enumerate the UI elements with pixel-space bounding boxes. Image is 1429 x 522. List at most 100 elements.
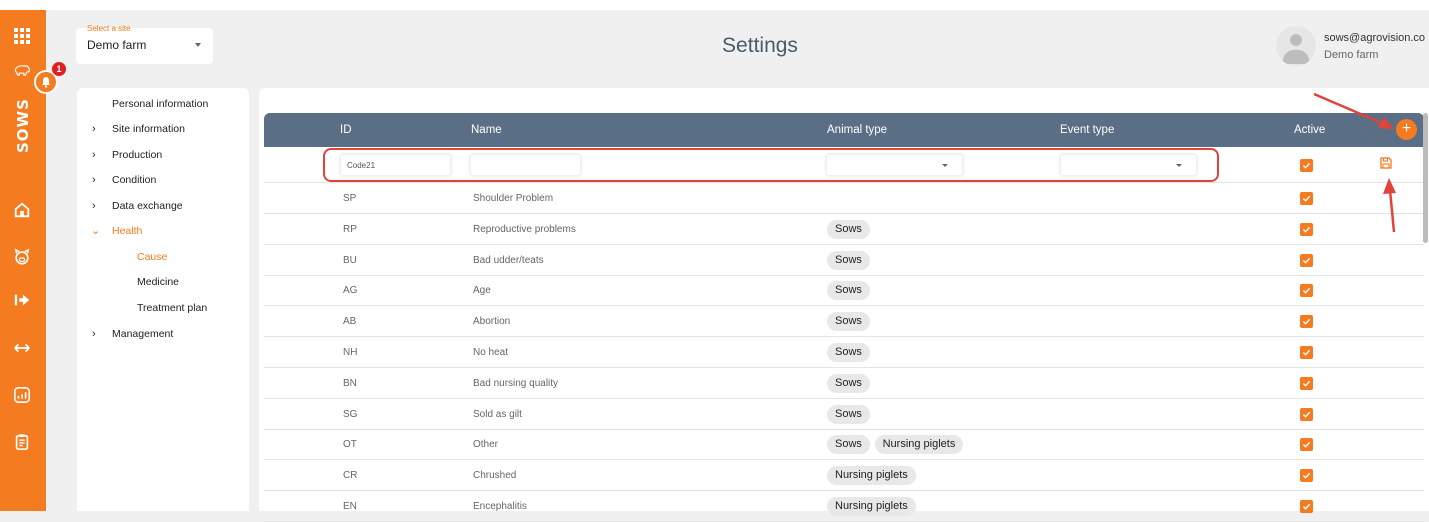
cell-id: NH [343, 347, 358, 358]
animal-type-chip: Sows [827, 312, 870, 331]
animal-type-chip: Sows [827, 220, 870, 239]
active-checkbox[interactable] [1300, 500, 1313, 513]
nav-personal-information[interactable]: Personal information [112, 97, 208, 111]
cell-name: Sold as gilt [473, 409, 522, 420]
nav-treatment-plan[interactable]: Treatment plan [137, 301, 207, 315]
active-checkbox[interactable] [1300, 192, 1313, 205]
exit-arrow-icon[interactable] [10, 288, 34, 312]
cell-name: Other [473, 439, 499, 450]
column-header-event-type[interactable]: Event type [1060, 124, 1114, 136]
grid-icon[interactable] [10, 24, 34, 48]
cell-name: Encephalitis [473, 501, 527, 512]
clipboard-icon[interactable] [10, 430, 34, 454]
cell-name: Shoulder Problem [473, 193, 554, 204]
home-icon[interactable] [10, 198, 34, 222]
top-strip [0, 0, 1429, 10]
cell-id: RP [343, 224, 357, 235]
nav-cause[interactable]: Cause [137, 250, 167, 264]
cell-id: SP [343, 193, 357, 204]
nav-data-exchange[interactable]: Data exchange [112, 199, 183, 213]
user-email: sows@agrovision.co [1324, 32, 1426, 44]
animal-type-chip: Nursing piglets [827, 466, 916, 485]
user-menu[interactable]: sows@agrovision.co Demo farm [1276, 24, 1429, 68]
animal-type-chip: Sows [827, 435, 870, 454]
animal-type-chip: Sows [827, 343, 870, 362]
cell-name: Bad nursing quality [473, 378, 559, 389]
report-icon[interactable] [10, 383, 34, 407]
active-checkbox[interactable] [1300, 223, 1313, 236]
pig-icon[interactable] [10, 58, 34, 82]
cell-id: BU [343, 255, 357, 266]
column-header-id[interactable]: ID [340, 124, 352, 136]
active-checkbox[interactable] [1300, 159, 1313, 172]
animal-type-chip: Nursing piglets [874, 435, 964, 454]
animal-type-chip: Sows [827, 281, 870, 300]
active-checkbox[interactable] [1300, 438, 1313, 451]
column-header-animal-type[interactable]: Animal type [827, 124, 887, 136]
avatar[interactable] [1276, 26, 1316, 66]
table-row[interactable]: SP Shoulder Problem [264, 183, 1424, 214]
active-checkbox[interactable] [1300, 254, 1313, 267]
nav-production[interactable]: Production [112, 148, 162, 162]
table-row[interactable]: SG Sold as gilt Sows [264, 399, 1424, 430]
table-row[interactable]: NH No heat Sows [264, 337, 1424, 368]
nav-management[interactable]: Management [112, 327, 173, 341]
table-row[interactable]: AB Abortion Sows [264, 306, 1424, 337]
column-header-name[interactable]: Name [471, 124, 502, 136]
active-checkbox[interactable] [1300, 377, 1313, 390]
cell-name: Chrushed [473, 470, 517, 481]
table-row[interactable]: BU Bad udder/teats Sows [264, 245, 1424, 276]
table-row[interactable]: BN Bad nursing quality Sows [264, 368, 1424, 399]
chevron-down-icon [195, 43, 201, 47]
cell-name: No heat [473, 347, 509, 358]
chevron-right-icon[interactable]: › [92, 173, 102, 187]
page-title: Settings [722, 34, 798, 57]
nav-site-information[interactable]: Site information [112, 122, 185, 136]
arrow-to-save-icon [1383, 178, 1396, 233]
cell-name: Reproductive problems [473, 224, 576, 235]
chevron-down-icon[interactable]: ⌄ [91, 224, 101, 238]
cell-id: AG [343, 285, 358, 296]
table-row[interactable]: RP Reproductive problems Sows [264, 214, 1424, 245]
settings-nav: Personal information › Site information … [77, 88, 249, 511]
nav-medicine[interactable]: Medicine [137, 275, 179, 289]
nav-condition[interactable]: Condition [112, 173, 156, 187]
active-checkbox[interactable] [1300, 469, 1313, 482]
cell-name: Abortion [473, 316, 511, 327]
active-checkbox[interactable] [1300, 284, 1313, 297]
table-header: ID Name Animal type Event type Active [264, 113, 1424, 147]
animal-icon[interactable] [10, 245, 34, 269]
table-row[interactable]: OT Other Sows Nursing piglets [264, 429, 1424, 460]
cell-id: BN [343, 378, 357, 389]
table-row[interactable]: EN Encephalitis Nursing piglets [264, 491, 1424, 522]
save-icon[interactable] [1379, 156, 1393, 170]
animal-type-chip: Sows [827, 374, 870, 393]
site-select-label: Select a site [87, 24, 131, 33]
chevron-right-icon[interactable]: › [92, 148, 102, 162]
table-row[interactable]: AG Age Sows [264, 275, 1424, 306]
chevron-right-icon[interactable]: › [92, 122, 102, 136]
cell-id: CR [343, 470, 358, 481]
chevron-right-icon[interactable]: › [92, 327, 102, 341]
animal-type-chip: Nursing piglets [827, 497, 916, 516]
cell-id: AB [343, 316, 357, 327]
highlight-box [323, 148, 1219, 182]
arrow-to-add-icon [1313, 92, 1394, 129]
cell-name: Bad udder/teats [473, 255, 544, 266]
active-checkbox[interactable] [1300, 408, 1313, 421]
chevron-right-icon[interactable]: › [92, 199, 102, 213]
scrollbar[interactable] [1423, 113, 1428, 243]
animal-type-chip: Sows [827, 251, 870, 270]
active-checkbox[interactable] [1300, 346, 1313, 359]
cell-id: EN [343, 501, 357, 512]
user-farm: Demo farm [1324, 49, 1379, 61]
active-checkbox[interactable] [1300, 315, 1313, 328]
cell-id: OT [343, 439, 357, 450]
cell-name: Age [473, 285, 491, 296]
cell-id: SG [343, 409, 358, 420]
table-row[interactable]: CR Chrushed Nursing piglets [264, 460, 1424, 491]
site-select[interactable]: Select a site Demo farm [76, 24, 213, 64]
site-select-value: Demo farm [87, 38, 147, 52]
transfer-icon[interactable] [10, 336, 34, 360]
nav-health[interactable]: Health [112, 224, 142, 238]
